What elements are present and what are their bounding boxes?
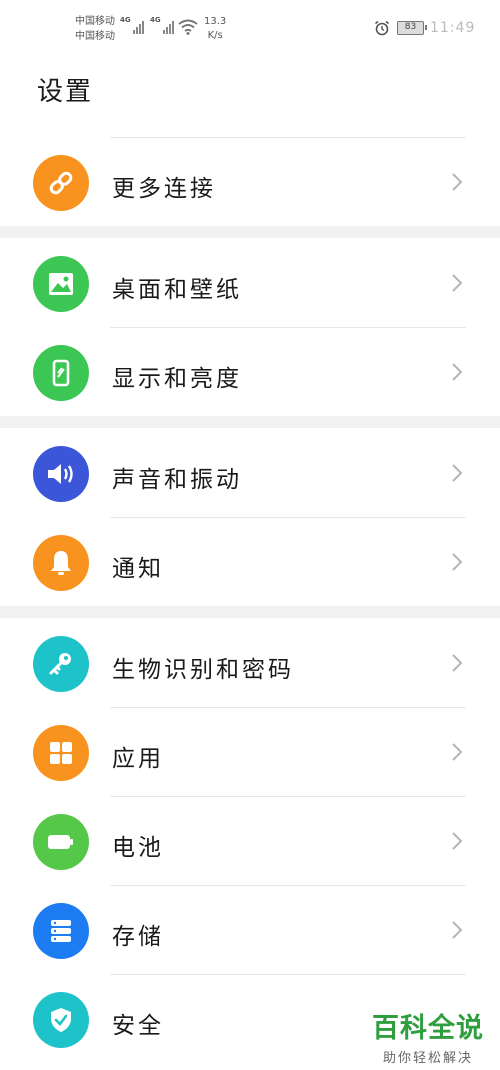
signal-1-icon: 4G (120, 16, 144, 36)
chevron-right-icon (452, 832, 463, 850)
settings-item-label: 桌面和壁纸 (112, 277, 242, 303)
settings-item-label: 应用 (112, 746, 164, 772)
chevron-right-icon (452, 363, 463, 381)
chevron-right-icon (452, 553, 463, 571)
group-separator (0, 226, 500, 238)
group-separator (0, 416, 500, 428)
settings-item-battery[interactable]: 电池 (0, 796, 500, 885)
settings-item-label: 生物识别和密码 (112, 657, 294, 683)
status-bar: 中国移动 中国移动 4G 4G 13.3 K/s 83 11:49 (0, 0, 500, 50)
settings-group-sound: 声音和振动 通知 (0, 428, 500, 606)
settings-group-system: 生物识别和密码 应用 电池 存储 安全 (0, 618, 500, 1063)
network-type-2: 4G (150, 16, 161, 24)
image-icon (33, 256, 89, 312)
settings-item-label: 通知 (112, 556, 164, 582)
settings-group-connectivity: 更多连接 (0, 137, 500, 226)
chevron-right-icon (452, 274, 463, 292)
settings-item-notifications[interactable]: 通知 (0, 517, 500, 606)
chevron-right-icon (452, 464, 463, 482)
page-title: 设置 (37, 77, 94, 107)
phone-brightness-icon (33, 345, 89, 401)
settings-item-biometrics-password[interactable]: 生物识别和密码 (0, 618, 500, 707)
watermark-brand: 百科全说 (372, 1013, 484, 1044)
chevron-right-icon (452, 743, 463, 761)
watermark-slogan: 助你轻松解决 (382, 1051, 473, 1066)
row-divider (110, 517, 466, 518)
battery-icon (33, 814, 89, 870)
storage-icon (33, 903, 89, 959)
settings-item-label: 更多连接 (112, 176, 216, 202)
settings-group-display: 桌面和壁纸 显示和亮度 (0, 238, 500, 416)
signal-indicators: 4G 4G (120, 16, 174, 36)
status-clock: 11:49 (430, 20, 476, 36)
alarm-icon (375, 20, 389, 36)
network-type-1: 4G (120, 16, 131, 24)
settings-item-label: 存储 (112, 924, 164, 950)
row-divider (110, 796, 466, 797)
settings-item-storage[interactable]: 存储 (0, 885, 500, 974)
carrier-2: 中国移动 (75, 31, 115, 42)
row-divider (110, 707, 466, 708)
settings-item-label: 声音和振动 (112, 467, 242, 493)
apps-grid-icon (33, 725, 89, 781)
settings-list: 更多连接 桌面和壁纸 显示和亮度 声音和振动 通知 生物识别和密码 应用 电池 … (0, 137, 500, 1063)
settings-item-sound-vibration[interactable]: 声音和振动 (0, 428, 500, 517)
carrier-1: 中国移动 (75, 16, 115, 27)
settings-item-apps[interactable]: 应用 (0, 707, 500, 796)
settings-item-display-brightness[interactable]: 显示和亮度 (0, 327, 500, 416)
row-divider (110, 885, 466, 886)
chevron-right-icon (452, 654, 463, 672)
row-divider (110, 327, 466, 328)
shield-check-icon (33, 992, 89, 1048)
settings-item-label: 显示和亮度 (112, 366, 242, 392)
network-speed-unit: K/s (207, 30, 223, 41)
network-speed: 13.3 K/s (204, 15, 226, 43)
watermark-logo: 百科全说 助你轻松解决 (372, 1006, 484, 1066)
settings-item-home-wallpaper[interactable]: 桌面和壁纸 (0, 238, 500, 327)
carrier-names: 中国移动 中国移动 (75, 14, 115, 44)
settings-item-more-connections[interactable]: 更多连接 (0, 137, 500, 226)
settings-item-label: 安全 (112, 1013, 164, 1039)
chevron-right-icon (452, 921, 463, 939)
chevron-right-icon (452, 173, 463, 191)
settings-item-label: 电池 (112, 835, 164, 861)
signal-2-icon: 4G (150, 16, 174, 36)
row-divider (110, 974, 466, 975)
battery-indicator: 83 (397, 21, 427, 35)
row-divider (110, 137, 466, 138)
key-icon (33, 636, 89, 692)
wifi-icon (178, 19, 198, 35)
network-speed-value: 13.3 (204, 16, 227, 27)
speaker-icon (33, 446, 89, 502)
group-separator (0, 606, 500, 618)
bell-icon (33, 535, 89, 591)
link-icon (33, 155, 89, 211)
